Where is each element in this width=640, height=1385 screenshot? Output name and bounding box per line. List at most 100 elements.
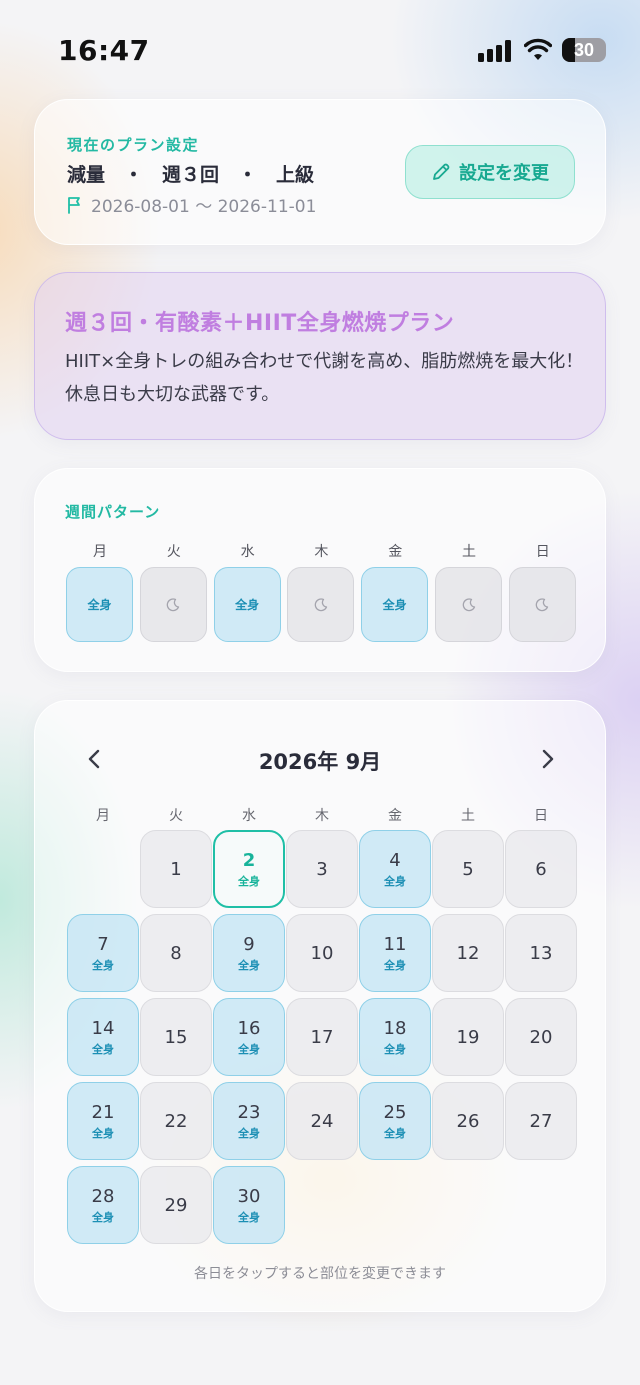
weekly-pattern-label: 週間パターン — [65, 503, 161, 521]
weekly-day: 日 — [508, 541, 577, 642]
calendar-day[interactable]: 28 全身 — [67, 1166, 139, 1244]
calendar-day[interactable]: 11 全身 — [359, 914, 431, 992]
moon-icon — [166, 597, 180, 611]
calendar-day-number: 27 — [529, 1110, 553, 1132]
weekly-day: 火 — [139, 541, 208, 642]
calendar-day-number: 14 — [91, 1017, 115, 1039]
plan-label: 現在のプラン設定 — [67, 136, 200, 154]
calendar-day-label: 全身 — [92, 958, 114, 972]
calendar-day-number: 25 — [383, 1101, 407, 1123]
weekly-rest-slot[interactable] — [435, 567, 502, 642]
signal-icon — [478, 40, 512, 62]
plan-description: HIIT×全身トレの組み合わせで代謝を高め、脂肪燃焼を最大化！休息日も大切な武器… — [65, 351, 584, 405]
calendar-day-label: 全身 — [92, 1042, 114, 1056]
calendar-card: 2026年 9月 月火水木金土日 1 2 全身 3 4 全身 5 6 7 全身 8 9 全身 10 11 全身… — [34, 700, 606, 1312]
plan-summary: 減量 ・ 週３回 ・ 上級 — [67, 164, 315, 186]
calendar-hint: 各日をタップすると部位を変更できます — [194, 1266, 446, 1282]
weekly-rest-slot[interactable] — [287, 567, 355, 642]
calendar-day-number: 21 — [91, 1101, 115, 1123]
calendar-day-number: 26 — [456, 1110, 480, 1132]
battery-level: 30 — [573, 40, 595, 60]
calendar-day-number: 19 — [456, 1026, 480, 1048]
calendar-weekday: 金 — [388, 808, 402, 824]
calendar-day[interactable]: 18 全身 — [359, 998, 431, 1076]
calendar-day[interactable]: 4 全身 — [359, 830, 431, 908]
plan-settings-card: 現在のプラン設定 減量 ・ 週３回 ・ 上級 2026-08-01 〜 2026… — [34, 99, 606, 245]
calendar-day-number: 1 — [170, 858, 182, 880]
calendar-day[interactable]: 8 — [140, 914, 212, 992]
calendar-day[interactable]: 30 全身 — [213, 1166, 285, 1244]
training-label: 全身 — [235, 598, 260, 612]
calendar-weekday: 日 — [534, 808, 548, 824]
calendar-day-label: 全身 — [238, 958, 260, 972]
weekly-day: 金全身 — [361, 541, 429, 642]
weekly-day: 水全身 — [213, 541, 282, 642]
calendar-day[interactable]: 10 — [286, 914, 358, 992]
weekly-training-slot[interactable]: 全身 — [361, 567, 429, 642]
calendar-day[interactable]: 19 — [432, 998, 504, 1076]
calendar-weekday: 水 — [242, 808, 256, 824]
calendar-day-number: 11 — [383, 933, 407, 955]
calendar-day-number: 28 — [91, 1185, 115, 1207]
plan-description-card: 週３回・有酸素＋HIIT全身燃焼プラン HIIT×全身トレの組み合わせで代謝を高… — [34, 272, 606, 440]
status-time: 16:47 — [58, 34, 150, 67]
weekday-label: 水 — [240, 544, 255, 560]
calendar-day-label: 全身 — [238, 874, 260, 888]
calendar-day[interactable]: 9 全身 — [213, 914, 285, 992]
calendar-weekday: 木 — [315, 808, 329, 824]
calendar-day-label: 全身 — [238, 1210, 260, 1224]
calendar-day-number: 23 — [237, 1101, 261, 1123]
calendar-day[interactable]: 13 — [505, 914, 577, 992]
calendar-day[interactable]: 20 — [505, 998, 577, 1076]
calendar-day-number: 22 — [164, 1110, 188, 1132]
weekly-training-slot[interactable]: 全身 — [213, 567, 281, 642]
weekly-rest-slot[interactable] — [139, 567, 207, 642]
calendar-day[interactable]: 14 全身 — [67, 998, 139, 1076]
weekday-label: 土 — [462, 544, 476, 560]
wifi-icon — [524, 38, 552, 60]
calendar-day-number: 12 — [456, 942, 480, 964]
plan-dates: 2026-08-01 〜 2026-11-01 — [67, 192, 316, 217]
calendar-day-number: 3 — [316, 858, 328, 880]
calendar-day[interactable]: 17 — [286, 998, 358, 1076]
calendar-day[interactable]: 1 — [140, 830, 212, 908]
calendar-day[interactable]: 21 全身 — [67, 1082, 139, 1160]
chevron-right-icon[interactable] — [535, 747, 559, 771]
calendar-day[interactable]: 27 — [505, 1082, 577, 1160]
calendar-day-number: 24 — [310, 1110, 334, 1132]
pencil-icon — [433, 163, 450, 180]
calendar-day[interactable]: 25 全身 — [359, 1082, 431, 1160]
calendar-month-title: 2026年 9月 — [258, 750, 382, 774]
moon-icon — [462, 597, 475, 611]
training-label: 全身 — [382, 598, 407, 612]
calendar-day[interactable]: 15 — [140, 998, 212, 1076]
calendar-day[interactable]: 7 全身 — [67, 914, 139, 992]
change-settings-button[interactable]: 設定を変更 — [405, 145, 575, 199]
calendar-day-label: 全身 — [92, 1126, 114, 1140]
calendar-day-today[interactable]: 2 全身 — [213, 830, 285, 908]
weekday-label: 金 — [388, 544, 403, 560]
calendar-day[interactable]: 29 — [140, 1166, 212, 1244]
calendar-day-number: 7 — [97, 933, 109, 955]
calendar-day[interactable]: 16 全身 — [213, 998, 285, 1076]
plan-date-range: 2026-08-01 〜 2026-11-01 — [91, 197, 317, 217]
flag-icon — [68, 196, 80, 214]
plan-title: 週３回・有酸素＋HIIT全身燃焼プラン — [65, 311, 455, 336]
calendar-day[interactable]: 3 — [286, 830, 358, 908]
calendar-day-label: 全身 — [384, 1126, 406, 1140]
calendar-day[interactable]: 6 — [505, 830, 577, 908]
calendar-day[interactable]: 12 — [432, 914, 504, 992]
calendar-day-label: 全身 — [384, 1042, 406, 1056]
calendar-day-number: 15 — [164, 1026, 188, 1048]
calendar-day[interactable]: 22 — [140, 1082, 212, 1160]
weekly-training-slot[interactable]: 全身 — [66, 567, 133, 642]
calendar-day[interactable]: 24 — [286, 1082, 358, 1160]
calendar-day[interactable]: 5 — [432, 830, 504, 908]
calendar-day-label: 全身 — [384, 958, 406, 972]
calendar-day-label: 全身 — [238, 1126, 260, 1140]
weekly-rest-slot[interactable] — [508, 567, 576, 642]
weekly-day: 木 — [287, 541, 355, 642]
calendar-day[interactable]: 26 — [432, 1082, 504, 1160]
weekly-day: 土 — [435, 541, 503, 642]
calendar-day[interactable]: 23 全身 — [213, 1082, 285, 1160]
